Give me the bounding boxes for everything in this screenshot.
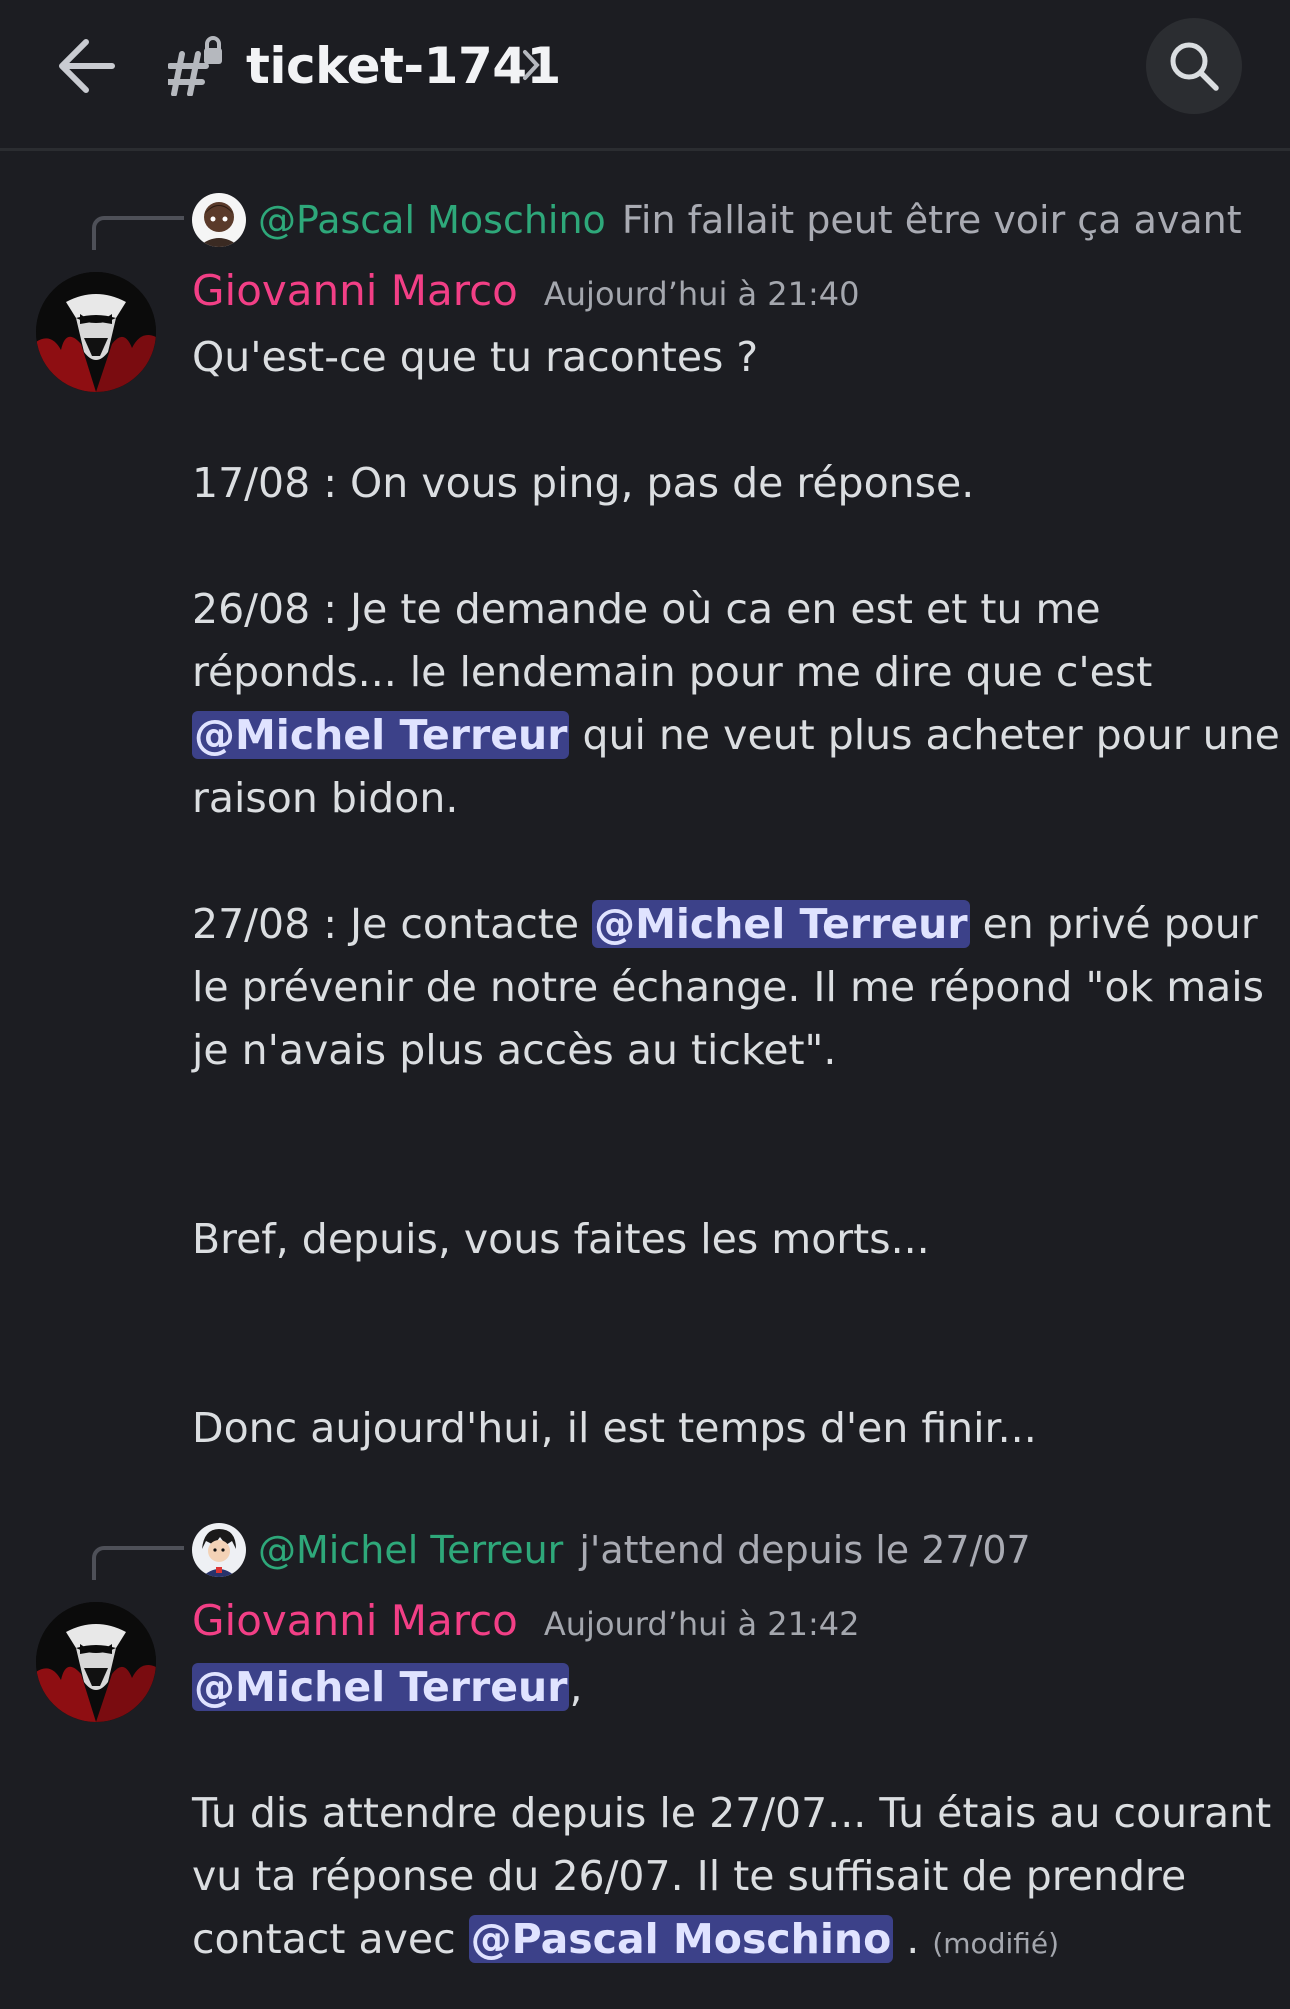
message-line: réponds... le lendemain pour me dire que…	[192, 648, 1153, 696]
message-line: Donc aujourd'hui, il est temps d'en fini…	[192, 1404, 1037, 1452]
search-icon	[1170, 42, 1219, 91]
channel-title[interactable]: ticket-1741	[246, 30, 561, 102]
message-line: 27/08 : Je contacte @Michel Terreur en p…	[192, 893, 1262, 956]
message-line: @Michel Terreur qui ne veut plus acheter…	[192, 704, 1280, 767]
message-line: 26/08 : Je te demande où ca en est et tu…	[192, 585, 1101, 633]
message-header: Giovanni Marco Aujourd’hui à 21:40	[192, 266, 860, 315]
message-content: Qu'est-ce que tu racontes ? 17/08 : On v…	[192, 326, 1280, 1460]
author-name[interactable]: Giovanni Marco	[192, 1596, 518, 1645]
reply-connector	[92, 216, 184, 250]
reply-preview[interactable]: @Michel Terreur j'attend depuis le 27/07	[192, 1522, 1031, 1578]
reply-text: j'attend depuis le 27/07	[579, 1528, 1031, 1572]
avatar	[192, 1523, 246, 1577]
arrow-left-icon	[59, 39, 115, 93]
message-header: Giovanni Marco Aujourd’hui à 21:42	[192, 1596, 860, 1645]
search-button[interactable]	[1146, 18, 1242, 114]
message-line: Qu'est-ce que tu racontes ?	[192, 333, 759, 381]
user-mention[interactable]: @Michel Terreur	[192, 1663, 570, 1711]
message-text: qui ne veut plus acheter pour une	[569, 711, 1280, 759]
reply-preview[interactable]: @Pascal Moschino Fin fallait peut être v…	[192, 192, 1242, 248]
message-text: contact avec	[192, 1915, 469, 1963]
message-line: Tu dis attendre depuis le 27/07... Tu ét…	[192, 1789, 1272, 1837]
edited-label: (modifié)	[932, 1927, 1060, 1960]
reply-mention[interactable]: @Pascal Moschino	[258, 198, 606, 242]
reply-mention[interactable]: @Michel Terreur	[258, 1528, 563, 1572]
back-button[interactable]	[48, 28, 124, 104]
message-text: 27/08 : Je contacte	[192, 900, 593, 948]
message-line: @Michel Terreur,	[192, 1656, 1262, 1719]
message-line: contact avec @Pascal Moschino . (modifié…	[192, 1908, 1262, 1975]
message-line: vu ta réponse du 26/07. Il te suffisait …	[192, 1852, 1187, 1900]
message-line: 17/08 : On vous ping, pas de réponse.	[192, 459, 975, 507]
channel-header: ticket-1741	[0, 0, 1290, 151]
avatar[interactable]	[36, 1602, 156, 1722]
timestamp: Aujourd’hui à 21:42	[543, 1605, 860, 1643]
message-text: .	[893, 1915, 933, 1963]
message-text: en privé pour	[969, 900, 1258, 948]
message-line: le prévenir de notre échange. Il me répo…	[192, 963, 1265, 1011]
reply-connector	[92, 1546, 184, 1580]
reply-text: Fin fallait peut être voir ça avant	[621, 198, 1242, 242]
message-content: @Michel Terreur, Tu dis attendre depuis …	[192, 1656, 1272, 1975]
timestamp: Aujourd’hui à 21:40	[543, 275, 860, 313]
user-mention[interactable]: @Pascal Moschino	[468, 1915, 894, 1963]
message-text: ,	[569, 1663, 583, 1711]
avatar[interactable]	[36, 272, 156, 392]
user-mention[interactable]: @Michel Terreur	[592, 900, 970, 948]
user-mention[interactable]: @Michel Terreur	[192, 711, 570, 759]
message-line: je n'avais plus accès au ticket".	[192, 1026, 837, 1074]
message-line: Bref, depuis, vous faites les morts...	[192, 1215, 930, 1263]
locked-hash-icon	[168, 36, 222, 96]
message-line: raison bidon.	[192, 774, 459, 822]
avatar	[192, 193, 246, 247]
author-name[interactable]: Giovanni Marco	[192, 266, 518, 315]
chevron-right-icon[interactable]	[520, 44, 542, 86]
